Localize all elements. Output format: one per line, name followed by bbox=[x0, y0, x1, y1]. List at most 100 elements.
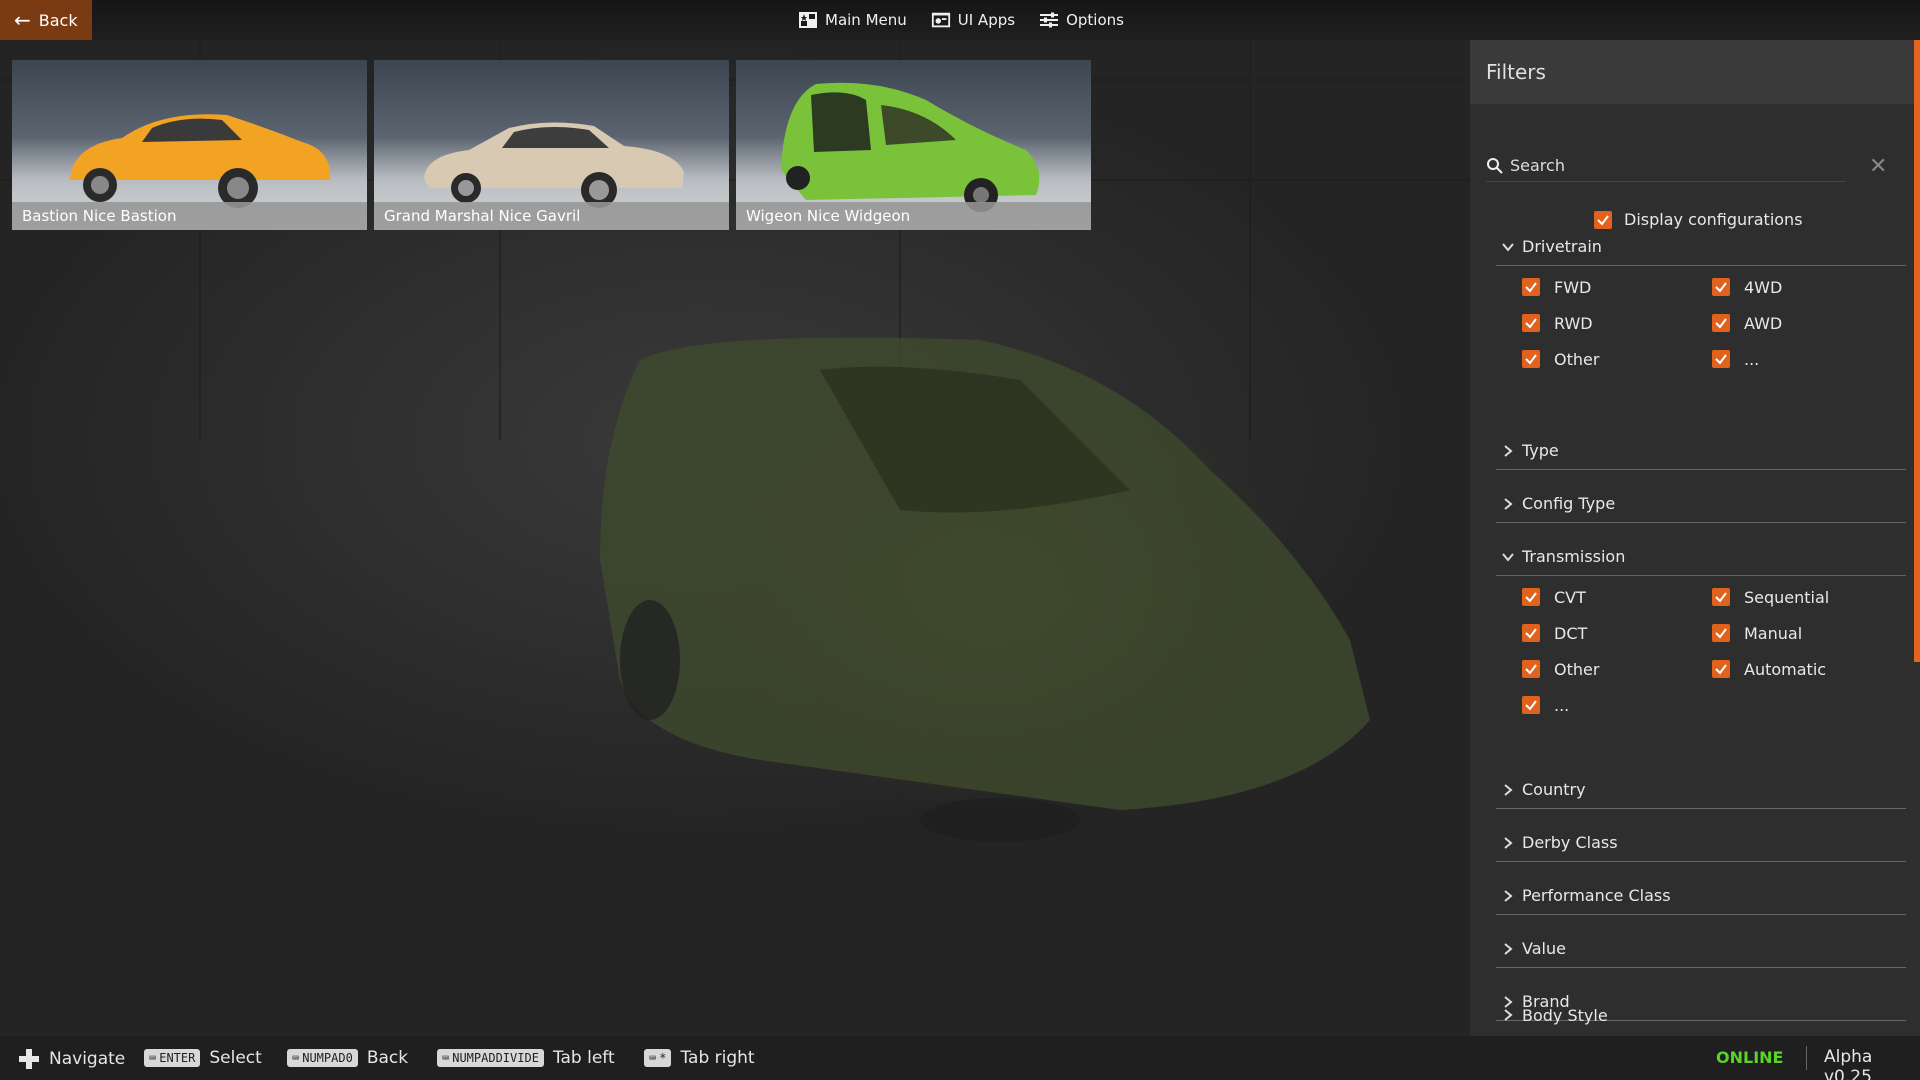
keyboard-icon: ⌨ bbox=[649, 1051, 657, 1065]
vehicle-tile-label: Bastion Nice Bastion bbox=[12, 202, 367, 230]
hint-label: Back bbox=[366, 1048, 409, 1068]
filter-option[interactable]: RWD bbox=[1522, 312, 1712, 334]
options-button[interactable]: Options bbox=[1039, 11, 1124, 29]
filter-option[interactable]: FWD bbox=[1522, 276, 1712, 298]
section-config-type: Config Type bbox=[1496, 485, 1906, 523]
section-label: Derby Class bbox=[1522, 833, 1618, 852]
chevron-right-icon bbox=[1504, 444, 1513, 457]
key-label: NUMPADDIVIDE bbox=[452, 1051, 539, 1065]
filter-option[interactable]: Sequential bbox=[1712, 586, 1902, 608]
keyboard-icon: ⌨ bbox=[442, 1051, 450, 1065]
checkbox-icon[interactable] bbox=[1522, 314, 1540, 332]
online-status: ONLINE bbox=[1716, 1048, 1784, 1067]
section-header[interactable]: Derby Class bbox=[1496, 824, 1906, 862]
vehicle-list: Bastion Nice Bastion Grand Marshal Nice … bbox=[12, 60, 1091, 230]
filters-scrollbar[interactable] bbox=[1914, 40, 1920, 662]
option-label: RWD bbox=[1554, 313, 1593, 333]
filter-option[interactable]: Other bbox=[1522, 348, 1712, 370]
section-drivetrain: Drivetrain FWD 4WD RWD AWD Other ... bbox=[1496, 228, 1906, 370]
main-menu-button[interactable]: Main Menu bbox=[798, 11, 907, 29]
section-header[interactable]: Performance Class bbox=[1496, 877, 1906, 915]
checkbox-icon[interactable] bbox=[1594, 210, 1612, 229]
section-header[interactable]: Config Type bbox=[1496, 485, 1906, 523]
filters-title: Filters bbox=[1470, 40, 1920, 104]
checkbox-icon[interactable] bbox=[1522, 624, 1540, 642]
filter-option[interactable]: 4WD bbox=[1712, 276, 1902, 298]
version-label: Alpha v0.25 bbox=[1824, 1047, 1873, 1080]
section-options: FWD 4WD RWD AWD Other ... bbox=[1496, 266, 1906, 370]
section-header[interactable]: Value bbox=[1496, 930, 1906, 968]
option-label: Automatic bbox=[1744, 659, 1827, 679]
section-country: Country bbox=[1496, 771, 1906, 809]
chevron-right-icon bbox=[1504, 942, 1513, 955]
section-header[interactable]: Type bbox=[1496, 432, 1906, 470]
keyboard-icon: ⌨ bbox=[149, 1051, 157, 1065]
checkbox-icon[interactable] bbox=[1522, 350, 1540, 368]
filter-option[interactable]: ... bbox=[1712, 348, 1902, 370]
checkbox-icon[interactable] bbox=[1712, 278, 1730, 296]
checkbox-icon[interactable] bbox=[1522, 660, 1540, 678]
section-header[interactable]: Body Style bbox=[1496, 996, 1906, 1034]
checkbox-icon[interactable] bbox=[1712, 624, 1730, 642]
hint-label: Tab left bbox=[552, 1048, 615, 1068]
chevron-right-icon bbox=[1504, 1009, 1513, 1021]
option-label: ... bbox=[1744, 349, 1760, 369]
chevron-right-icon bbox=[1504, 836, 1513, 849]
checkbox-icon[interactable] bbox=[1712, 314, 1730, 332]
vehicle-tile[interactable]: Wigeon Nice Widgeon bbox=[736, 60, 1091, 230]
chevron-down-icon bbox=[1502, 242, 1514, 252]
key-badge: ⌨ NUMPADDIVIDE bbox=[437, 1049, 544, 1067]
option-label: 4WD bbox=[1744, 277, 1783, 297]
section-options: CVT Sequential DCT Manual Other Automati… bbox=[1496, 576, 1906, 716]
filter-option[interactable]: Automatic bbox=[1712, 658, 1902, 680]
checkbox-icon[interactable] bbox=[1522, 588, 1540, 606]
vehicle-tile[interactable]: Bastion Nice Bastion bbox=[12, 60, 367, 230]
display-configurations-label: Display configurations bbox=[1624, 210, 1803, 229]
search-field[interactable]: Search bbox=[1486, 150, 1846, 182]
options-sliders-icon bbox=[1040, 12, 1059, 28]
key-badge: ⌨ ENTER bbox=[144, 1049, 201, 1067]
keyboard-icon: ⌨ bbox=[292, 1051, 300, 1065]
filter-option[interactable]: Other bbox=[1522, 658, 1712, 680]
filter-option[interactable]: DCT bbox=[1522, 622, 1712, 644]
filter-option[interactable]: AWD bbox=[1712, 312, 1902, 334]
hint-label: Select bbox=[209, 1048, 262, 1068]
display-configurations-toggle[interactable]: Display configurations bbox=[1594, 210, 1803, 229]
option-label: ... bbox=[1554, 695, 1570, 715]
options-label: Options bbox=[1066, 11, 1124, 29]
vehicle-tile[interactable]: Grand Marshal Nice Gavril bbox=[374, 60, 729, 230]
filter-option[interactable]: CVT bbox=[1522, 586, 1712, 608]
key-badge: ⌨ * bbox=[644, 1049, 672, 1067]
checkbox-icon[interactable] bbox=[1522, 696, 1540, 714]
ui-apps-icon bbox=[931, 12, 950, 28]
clear-search-icon[interactable]: ✕ bbox=[1869, 154, 1887, 179]
hint-navigate: Navigate bbox=[18, 1048, 125, 1070]
hint-tab-right: ⌨ * Tab right bbox=[644, 1048, 755, 1068]
section-header[interactable]: Transmission bbox=[1496, 538, 1906, 576]
checkbox-icon[interactable] bbox=[1522, 278, 1540, 296]
key-label: * bbox=[659, 1051, 667, 1065]
hint-label: Navigate bbox=[49, 1049, 126, 1069]
key-badge: ⌨ NUMPAD0 bbox=[287, 1049, 358, 1067]
back-button[interactable]: ← Back bbox=[0, 0, 92, 40]
filter-option[interactable]: ... bbox=[1522, 694, 1712, 716]
back-button-label: Back bbox=[38, 10, 78, 30]
ui-apps-button[interactable]: UI Apps bbox=[931, 11, 1015, 29]
checkbox-icon[interactable] bbox=[1712, 660, 1730, 678]
chevron-down-icon bbox=[1502, 552, 1514, 562]
option-label: CVT bbox=[1554, 587, 1586, 607]
checkbox-icon[interactable] bbox=[1712, 588, 1730, 606]
section-type: Type bbox=[1496, 432, 1906, 470]
main-menu-label: Main Menu bbox=[825, 11, 907, 29]
section-header[interactable]: Country bbox=[1496, 771, 1906, 809]
option-label: Sequential bbox=[1744, 587, 1830, 607]
hint-back: ⌨ NUMPAD0 Back bbox=[287, 1048, 408, 1068]
chevron-right-icon bbox=[1504, 497, 1513, 510]
chevron-right-icon bbox=[1504, 889, 1513, 902]
option-label: FWD bbox=[1554, 277, 1592, 297]
divider bbox=[1806, 1046, 1807, 1070]
filter-option[interactable]: Manual bbox=[1712, 622, 1902, 644]
option-label: DCT bbox=[1554, 623, 1588, 643]
section-header[interactable]: Drivetrain bbox=[1496, 228, 1906, 266]
checkbox-icon[interactable] bbox=[1712, 350, 1730, 368]
